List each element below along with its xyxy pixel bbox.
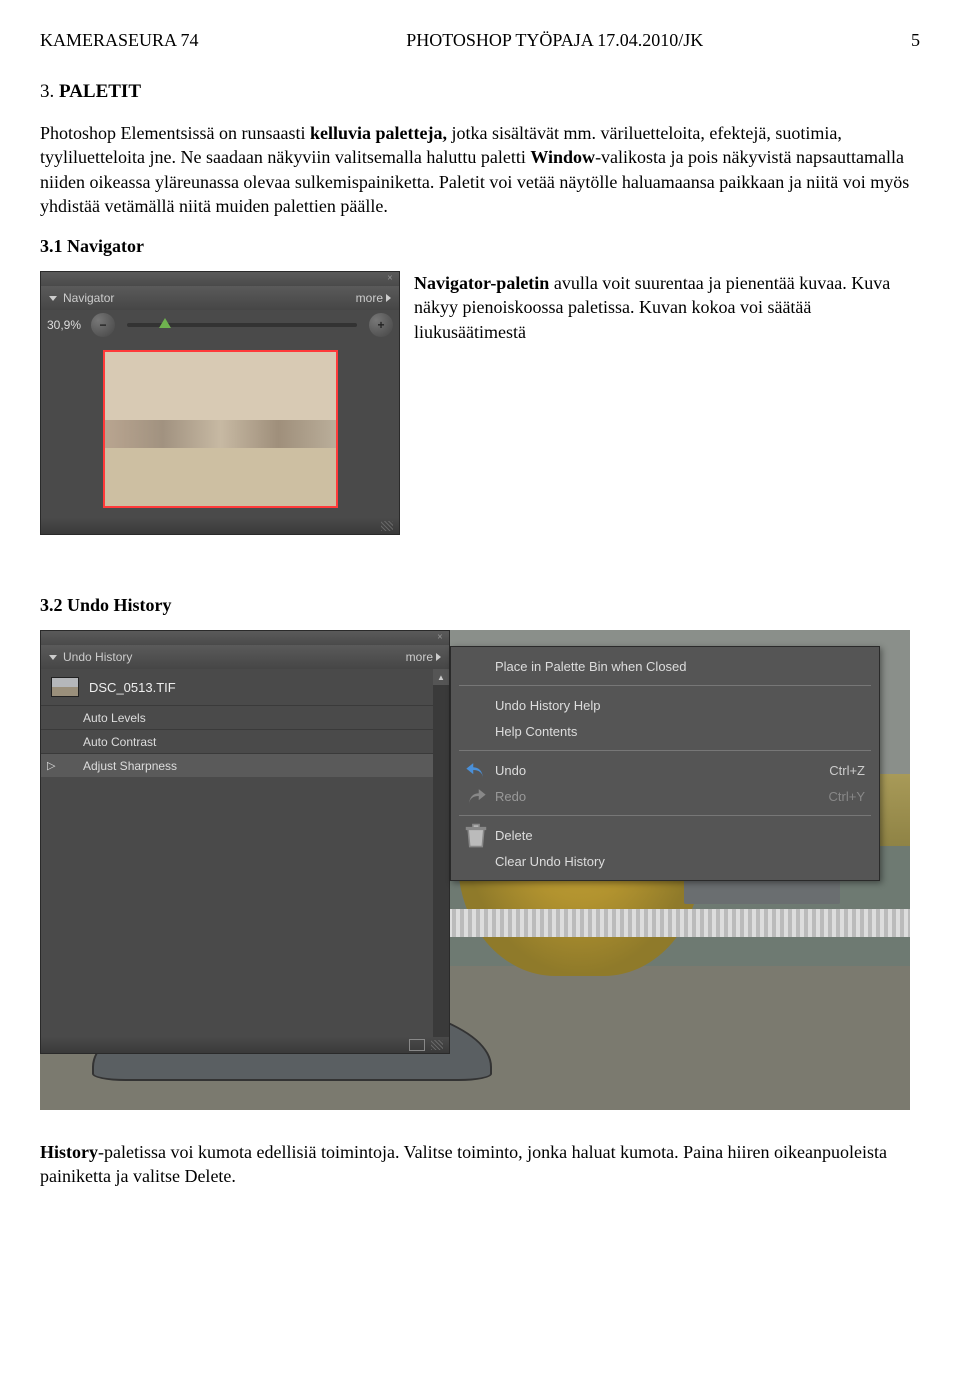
menu-separator — [459, 750, 871, 751]
file-thumbnail-icon — [51, 677, 79, 697]
section-3-2-paragraph: History-paletissa voi kumota edellisiä t… — [40, 1140, 920, 1189]
more-label: more — [406, 650, 433, 664]
chevron-right-icon — [436, 653, 441, 661]
menu-item-clear-undo-history[interactable]: Clear Undo History — [451, 848, 879, 874]
zoom-in-button[interactable]: + — [369, 313, 393, 337]
header-left: KAMERASEURA 74 — [40, 30, 199, 51]
menu-item-undo[interactable]: UndoCtrl+Z — [451, 757, 879, 783]
collapse-icon[interactable] — [49, 296, 57, 301]
close-icon[interactable]: × — [385, 274, 395, 284]
para-bold: Window — [530, 147, 595, 167]
menu-item-label: Redo — [495, 789, 829, 804]
section-3-2-heading: 3.2 Undo History — [40, 595, 920, 616]
section-3-1-heading: 3.1 Navigator — [40, 236, 920, 257]
navigator-thumbnail-area — [41, 340, 399, 518]
header-page-number: 5 — [911, 30, 920, 51]
heading-label: PALETIT — [59, 81, 141, 102]
menu-item-label: Delete — [495, 828, 865, 843]
undo-icon — [465, 759, 487, 781]
header-center: PHOTOSHOP TYÖPAJA 17.04.2010/JK — [406, 30, 703, 51]
more-button[interactable]: more — [406, 650, 441, 664]
history-file-row[interactable]: DSC_0513.TIF — [41, 669, 449, 705]
trash-icon — [465, 823, 487, 848]
menu-item-label: Place in Palette Bin when Closed — [495, 659, 865, 674]
history-list: Auto LevelsAuto ContrastAdjust Sharpness — [41, 705, 449, 777]
scrollbar[interactable]: ▲ — [433, 669, 449, 1037]
thumbnail-content — [105, 420, 336, 448]
palette-titlebar[interactable]: × — [41, 272, 399, 286]
collapse-icon[interactable] — [49, 655, 57, 660]
navigator-thumbnail[interactable] — [103, 350, 338, 508]
menu-item-shortcut: Ctrl+Z — [829, 763, 865, 778]
menu-item-redo: RedoCtrl+Y — [451, 783, 879, 809]
file-name: DSC_0513.TIF — [89, 680, 176, 695]
para-bold: History — [40, 1142, 98, 1162]
history-item[interactable]: Adjust Sharpness — [41, 753, 449, 777]
menu-separator — [459, 815, 871, 816]
zoom-slider-track[interactable] — [127, 323, 357, 327]
menu-item-place-in-palette-bin-when-closed[interactable]: Place in Palette Bin when Closed — [451, 653, 879, 679]
resize-grip-icon[interactable] — [381, 521, 393, 531]
history-empty-area — [41, 777, 449, 1037]
resize-grip-icon[interactable] — [431, 1040, 443, 1050]
more-label: more — [356, 291, 383, 305]
tab-navigator[interactable]: Navigator — [63, 291, 114, 305]
para-text: Photoshop Elementsissä on runsaasti — [40, 123, 310, 143]
menu-item-delete[interactable]: Delete — [451, 822, 879, 848]
undo-history-palette: × Undo History more DSC_0513.TIF Auto Le… — [40, 630, 450, 1054]
page-header: KAMERASEURA 74 PHOTOSHOP TYÖPAJA 17.04.2… — [40, 30, 920, 51]
scroll-up-icon[interactable]: ▲ — [433, 669, 449, 685]
zoom-slider-handle[interactable] — [159, 318, 171, 328]
navigator-description: Navigator-paletin avulla voit suurentaa … — [414, 271, 920, 535]
menu-item-help-contents[interactable]: Help Contents — [451, 718, 879, 744]
palette-titlebar[interactable]: × — [41, 631, 449, 645]
zoom-out-button[interactable]: − — [91, 313, 115, 337]
close-icon[interactable]: × — [435, 633, 445, 643]
menu-item-shortcut: Ctrl+Y — [829, 789, 865, 804]
para-text: -paletissa voi kumota edellisiä toiminto… — [40, 1142, 887, 1186]
history-item[interactable]: Auto Levels — [41, 705, 449, 729]
section-3-paragraph: Photoshop Elementsissä on runsaasti kell… — [40, 121, 920, 218]
tab-undo-history[interactable]: Undo History — [63, 650, 132, 664]
heading-number: 3. — [40, 81, 59, 102]
desc-bold: Navigator-paletin — [414, 273, 549, 293]
palette-footer — [41, 518, 399, 534]
para-bold: kelluvia paletteja, — [310, 123, 447, 143]
menu-separator — [459, 685, 871, 686]
navigator-palette: × Navigator more 30,9% − + — [40, 271, 400, 535]
trash-icon[interactable] — [409, 1039, 425, 1051]
zoom-value[interactable]: 30,9% — [47, 318, 81, 332]
menu-item-undo-history-help[interactable]: Undo History Help — [451, 692, 879, 718]
navigator-section: × Navigator more 30,9% − + — [40, 271, 920, 535]
undo-history-figure: × Undo History more DSC_0513.TIF Auto Le… — [40, 630, 910, 1110]
zoom-slider: − + — [91, 313, 393, 337]
menu-item-label: Help Contents — [495, 724, 865, 739]
section-3-heading: 3. PALETIT — [40, 81, 920, 103]
palette-tabbar: Undo History more — [41, 645, 449, 669]
chevron-right-icon — [386, 294, 391, 302]
palette-tabbar: Navigator more — [41, 286, 399, 310]
menu-item-label: Undo — [495, 763, 829, 778]
palette-footer — [41, 1037, 449, 1053]
history-item[interactable]: Auto Contrast — [41, 729, 449, 753]
menu-item-label: Clear Undo History — [495, 854, 865, 869]
more-button[interactable]: more — [356, 291, 391, 305]
redo-icon — [465, 785, 487, 807]
context-menu: Place in Palette Bin when Closed Undo His… — [450, 646, 880, 881]
navigator-controls: 30,9% − + — [41, 310, 399, 340]
menu-item-label: Undo History Help — [495, 698, 865, 713]
